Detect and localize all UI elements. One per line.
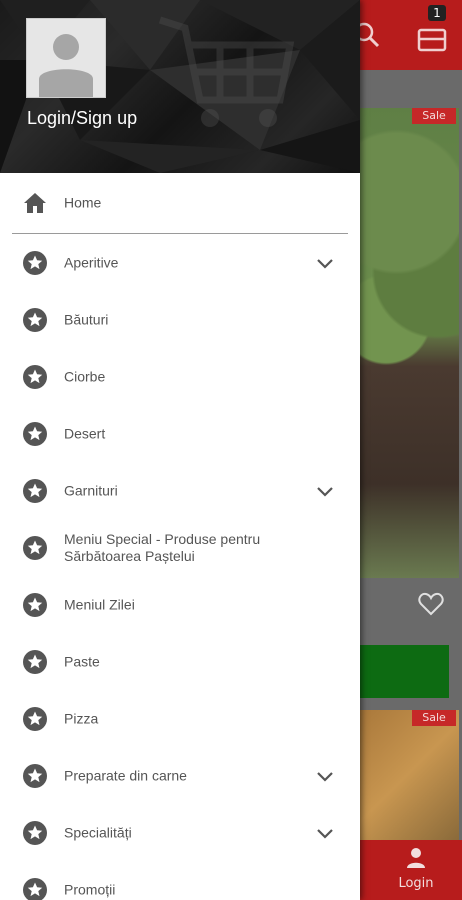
sale-badge: Sale — [412, 710, 456, 726]
star-icon — [23, 478, 47, 503]
menu-item-label: Băuturi — [64, 311, 109, 327]
product-image[interactable] — [355, 108, 459, 578]
star-icon — [23, 649, 47, 674]
star-icon — [23, 877, 47, 900]
star-icon — [23, 706, 47, 731]
star-icon — [23, 364, 47, 389]
menu-item[interactable]: Paste — [0, 633, 360, 690]
cart-count-badge: 1 — [428, 5, 446, 21]
menu-item-label: Specialități — [64, 824, 132, 840]
home-icon — [24, 193, 46, 213]
menu-item-label: Pizza — [64, 710, 99, 726]
menu-item-label: Meniu Special - Produse pentru Sărbătoar… — [64, 530, 261, 564]
user-placeholder-icon — [39, 34, 93, 97]
star-icon — [23, 250, 47, 275]
star-icon — [23, 592, 47, 617]
navigation-drawer: Login/Sign up Home Aperitive Băuturi Ciorb… — [0, 0, 360, 900]
menu-item-label: Ciorbe — [64, 368, 106, 384]
menu-item-label: Garnituri — [64, 482, 118, 498]
menu-item-label: Desert — [64, 425, 106, 441]
chevron-down-icon[interactable] — [313, 764, 337, 788]
drawer-header: Login/Sign up — [0, 0, 360, 173]
chevron-down-icon[interactable] — [313, 251, 337, 275]
drawer-menu: Home Aperitive Băuturi Ciorbe Desert Garnitu… — [0, 173, 360, 900]
bottom-nav-login-label: Login — [398, 876, 434, 891]
menu-item[interactable]: Desert — [0, 405, 360, 462]
user-icon — [407, 848, 425, 868]
login-signup-link[interactable]: Login/Sign up — [27, 108, 137, 129]
star-icon — [23, 535, 47, 560]
heart-icon[interactable] — [418, 592, 444, 616]
menu-item[interactable]: Aperitive — [0, 234, 360, 291]
menu-item[interactable]: Specialități — [0, 804, 360, 861]
menu-item[interactable]: Meniul Zilei — [0, 576, 360, 633]
star-icon — [23, 421, 47, 446]
menu-item-label: Preparate din carne — [64, 767, 187, 783]
menu-item-label: Paste — [64, 653, 100, 669]
menu-item-label: Home — [64, 194, 102, 211]
menu-item[interactable]: Preparate din carne — [0, 747, 360, 804]
avatar[interactable] — [26, 18, 106, 98]
menu-item[interactable]: Băuturi — [0, 291, 360, 348]
menu-item-label: Aperitive — [64, 254, 119, 270]
menu-item[interactable]: Meniu Special - Produse pentru Sărbătoar… — [0, 519, 360, 576]
menu-item[interactable]: Pizza — [0, 690, 360, 747]
menu-item-label: Meniul Zilei — [64, 596, 135, 612]
sale-badge: Sale — [412, 108, 456, 124]
star-icon — [23, 307, 47, 332]
bottom-nav-login[interactable]: Login — [388, 846, 444, 896]
chevron-down-icon[interactable] — [313, 479, 337, 503]
chevron-down-icon[interactable] — [313, 821, 337, 845]
menu-item[interactable]: Ciorbe — [0, 348, 360, 405]
menu-item-home[interactable]: Home — [0, 173, 360, 233]
star-icon — [23, 820, 47, 845]
menu-item[interactable]: Garnituri — [0, 462, 360, 519]
menu-item[interactable]: Promoții — [0, 861, 360, 900]
product-image[interactable] — [355, 710, 459, 840]
menu-item-label: Promoții — [64, 881, 116, 897]
add-to-cart-button[interactable] — [355, 645, 449, 698]
star-icon — [23, 763, 47, 788]
